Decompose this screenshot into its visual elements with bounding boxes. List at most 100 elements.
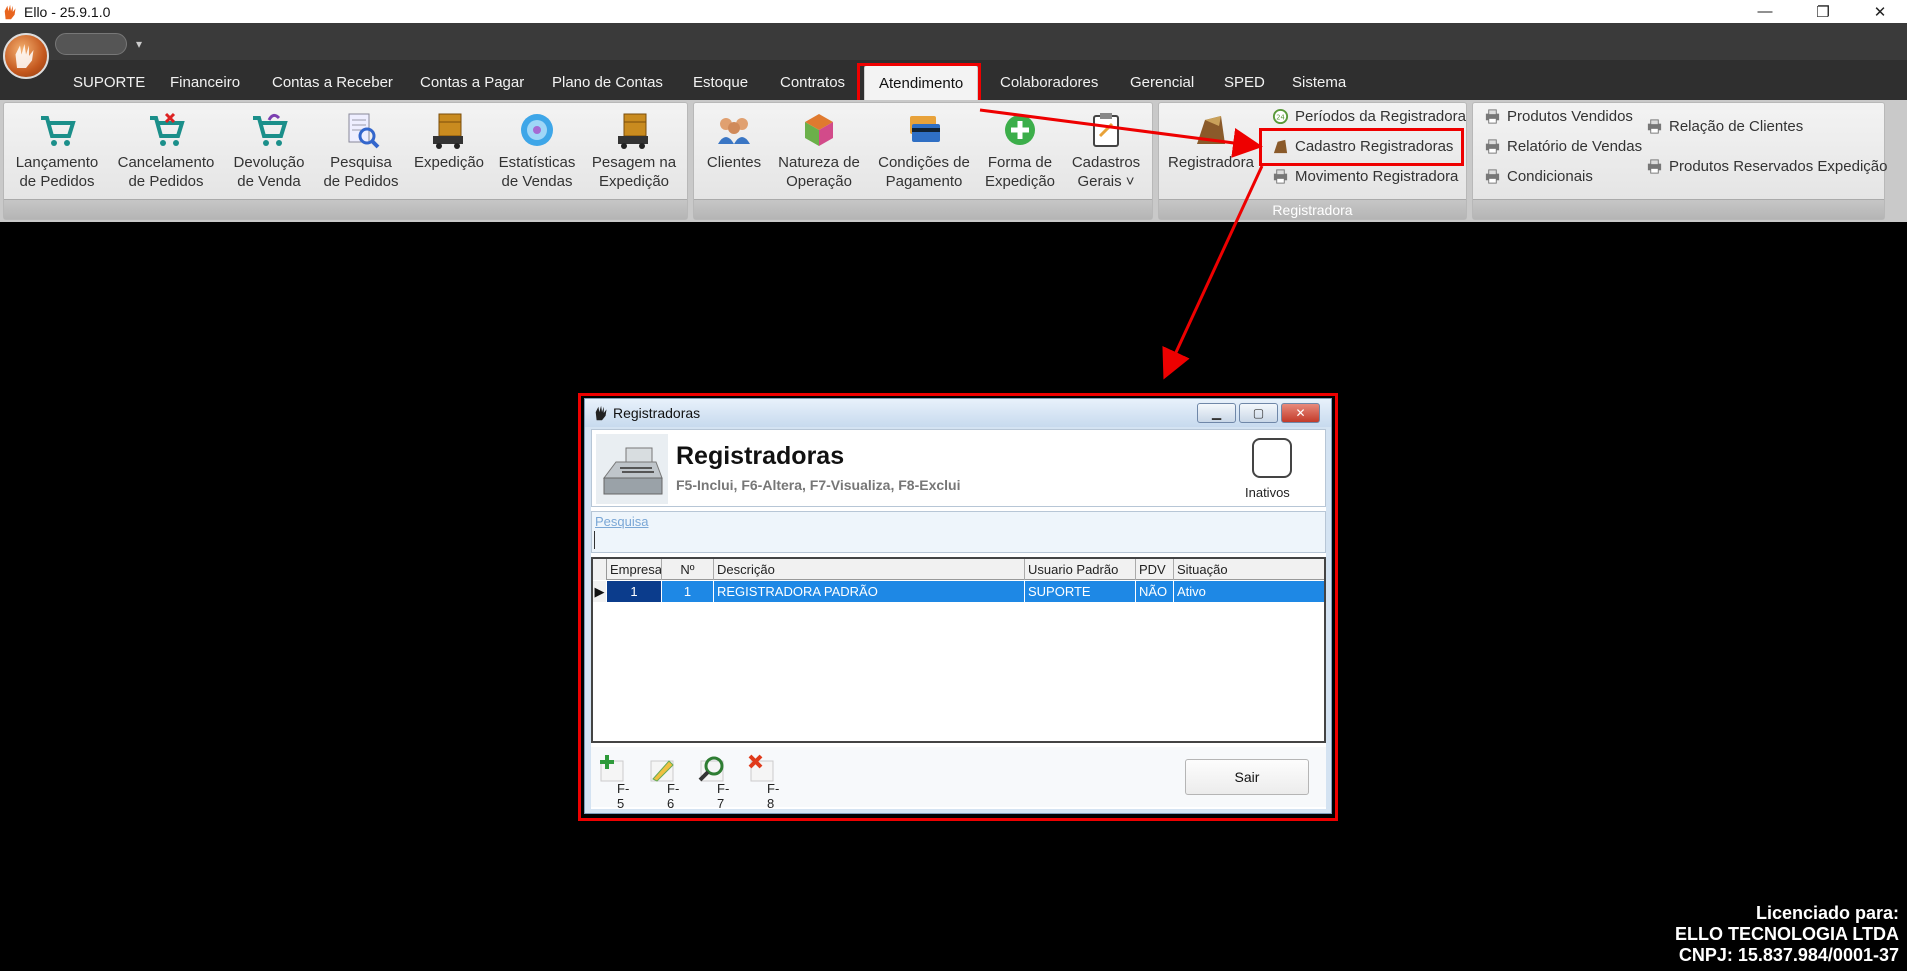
disc-chart-icon: [521, 114, 553, 146]
printer-icon: [1647, 159, 1662, 174]
tab-sistema[interactable]: Sistema: [1292, 74, 1346, 91]
condicoes-de-pagamento-button[interactable]: Condições de Pagamento: [876, 110, 972, 191]
document-search-icon: [348, 113, 380, 149]
delete-icon: [748, 754, 774, 782]
column-header-usuario-padrao[interactable]: Usuario Padrão: [1025, 559, 1136, 580]
registradora-button[interactable]: Registradora: [1168, 110, 1254, 172]
tab-gerencial[interactable]: Gerencial: [1130, 74, 1194, 91]
close-window-button[interactable]: ✕: [1853, 0, 1907, 23]
column-header-situacao[interactable]: Situação: [1174, 559, 1324, 580]
estatisticas-de-vendas-button[interactable]: Estatísticas de Vendas: [498, 110, 576, 191]
column-header-pdv[interactable]: PDV: [1136, 559, 1174, 580]
cell-situacao: Ativo: [1177, 584, 1206, 599]
sair-button[interactable]: Sair: [1185, 759, 1309, 795]
tab-colaboradores[interactable]: Colaboradores: [1000, 74, 1098, 91]
lancamento-de-pedidos-button[interactable]: Lançamento de Pedidos: [14, 110, 100, 191]
incluir-button[interactable]: F-5: [597, 753, 635, 811]
minimize-window-button[interactable]: —: [1738, 0, 1792, 23]
pesquisa-de-pedidos-button[interactable]: Pesquisa de Pedidos: [322, 110, 400, 191]
tab-contas-a-receber[interactable]: Contas a Receber: [272, 74, 393, 91]
cart-cancel-icon: [150, 112, 185, 146]
column-header-empresa[interactable]: Empresa: [607, 559, 662, 580]
svg-text:24: 24: [1276, 113, 1284, 121]
tab-contas-a-pagar[interactable]: Contas a Pagar: [420, 74, 524, 91]
cell-descricao: REGISTRADORA PADRÃO: [714, 581, 1025, 602]
dialog-footer: F-5 F-6 F-7 F-8 Sair: [591, 747, 1326, 811]
registradoras-grid[interactable]: Empresa Nº Descrição Usuario Padrão PDV …: [591, 557, 1326, 743]
tab-plano-de-contas[interactable]: Plano de Contas: [552, 74, 663, 91]
blocks-icon: [805, 114, 833, 146]
cell-numero: 1: [662, 581, 714, 602]
people-icon: [718, 118, 750, 144]
column-header-descricao[interactable]: Descrição: [714, 559, 1025, 580]
license-cnpj: CNPJ: 15.837.984/0001-37: [1678, 945, 1899, 965]
dialog-minimize-button[interactable]: ▁: [1197, 403, 1236, 423]
excluir-button[interactable]: F-8: [747, 753, 785, 811]
add-circle-icon: [1005, 115, 1035, 145]
hand-logo-icon: [595, 405, 607, 421]
dialog-maximize-button[interactable]: ▢: [1239, 403, 1278, 423]
restore-window-button[interactable]: ❐: [1796, 0, 1850, 23]
registradora-group-label: Registradora: [1159, 199, 1466, 219]
visualizar-button[interactable]: F-7: [697, 753, 735, 811]
printer-icon: [1485, 109, 1500, 124]
undo-redo-buttons[interactable]: [55, 33, 127, 55]
box-scale-icon: [618, 113, 648, 149]
inativos-checkbox[interactable]: [1252, 438, 1292, 478]
produtos-reservados-expedicao-button[interactable]: Produtos Reservados Expedição: [1646, 158, 1887, 175]
hand-logo-icon: [4, 4, 16, 19]
movimento-registradora-button[interactable]: Movimento Registradora: [1272, 168, 1458, 185]
tab-suporte[interactable]: SUPORTE: [73, 74, 145, 91]
dialog-content: Registradoras F5-Inclui, F6-Altera, F7-V…: [591, 429, 1326, 811]
registradoras-dialog: Registradoras ▁ ▢ ✕ Registradoras F5-Inc…: [584, 398, 1332, 814]
dialog-title-bar[interactable]: Registradoras ▁ ▢ ✕: [585, 399, 1331, 427]
relacao-de-clientes-button[interactable]: Relação de Clientes: [1646, 118, 1803, 135]
shopping-cart-icon: [41, 116, 76, 146]
calendar-icon: 24: [1272, 108, 1289, 125]
dialog-title: Registradoras: [613, 405, 701, 421]
tab-contratos[interactable]: Contratos: [780, 74, 845, 91]
periodos-da-registradora-button[interactable]: 24 Períodos da Registradora: [1272, 108, 1466, 125]
row-indicator-icon: ▶: [593, 581, 607, 602]
table-row[interactable]: ▶ 1 1 REGISTRADORA PADRÃO SUPORTE NÃO At…: [593, 581, 1324, 602]
cadastros-gerais-button[interactable]: Cadastros Gerais ˅: [1068, 110, 1144, 191]
clientes-button[interactable]: Clientes: [702, 110, 766, 172]
cash-register-icon: [596, 434, 668, 504]
natureza-de-operacao-button[interactable]: Natureza de Operação: [772, 110, 866, 191]
box-forklift-icon: [433, 113, 463, 149]
printer-icon: [1485, 139, 1500, 154]
cell-empresa: 1: [607, 581, 662, 602]
condicionais-button[interactable]: Condicionais: [1484, 168, 1593, 185]
printer-icon: [1647, 119, 1662, 134]
produtos-vendidos-button[interactable]: Produtos Vendidos: [1484, 108, 1633, 125]
printer-icon: [1273, 169, 1288, 184]
expedicao-button[interactable]: Expedição: [412, 110, 486, 172]
cart-return-icon: [253, 113, 288, 146]
pesagem-na-expedicao-button[interactable]: Pesagem na Expedição: [590, 110, 678, 191]
search-input[interactable]: [594, 531, 1323, 549]
relatorio-de-vendas-button[interactable]: Relatório de Vendas: [1484, 138, 1642, 155]
customize-toolbar-icon[interactable]: ▾: [136, 37, 142, 51]
devolucao-de-venda-button[interactable]: Devolução de Venda: [230, 110, 308, 191]
forma-de-expedicao-button[interactable]: Forma de Expedição: [984, 110, 1056, 191]
add-icon: [600, 755, 624, 782]
cancelamento-de-pedidos-button[interactable]: Cancelamento de Pedidos: [114, 110, 218, 191]
tab-estoque[interactable]: Estoque: [693, 74, 748, 91]
title-bar: Ello - 25.9.1.0 — ❐ ✕: [0, 0, 1907, 23]
license-info: Licenciado para: ELLO TECNOLOGIA LTDA CN…: [1675, 903, 1899, 966]
pencil-icon: [650, 760, 674, 782]
dialog-header-title: Registradoras: [676, 442, 845, 470]
search-area: Pesquisa: [591, 511, 1326, 553]
cadastro-registradoras-highlight: [1259, 128, 1464, 166]
quick-access-toolbar: [0, 23, 1907, 60]
inativos-label: Inativos: [1245, 485, 1290, 500]
application-menu-button[interactable]: [3, 33, 49, 79]
column-header-numero[interactable]: Nº: [662, 559, 714, 580]
tab-sped[interactable]: SPED: [1224, 74, 1265, 91]
clipboard-icon: [1093, 113, 1119, 147]
dialog-close-button[interactable]: ✕: [1281, 403, 1320, 423]
tab-financeiro[interactable]: Financeiro: [170, 74, 240, 91]
app-window: Ello - 25.9.1.0 — ❐ ✕ ▾ SUPORTE Financei…: [0, 0, 1907, 971]
grid-header-row: Empresa Nº Descrição Usuario Padrão PDV …: [593, 559, 1324, 580]
alterar-button[interactable]: F-6: [647, 753, 685, 811]
